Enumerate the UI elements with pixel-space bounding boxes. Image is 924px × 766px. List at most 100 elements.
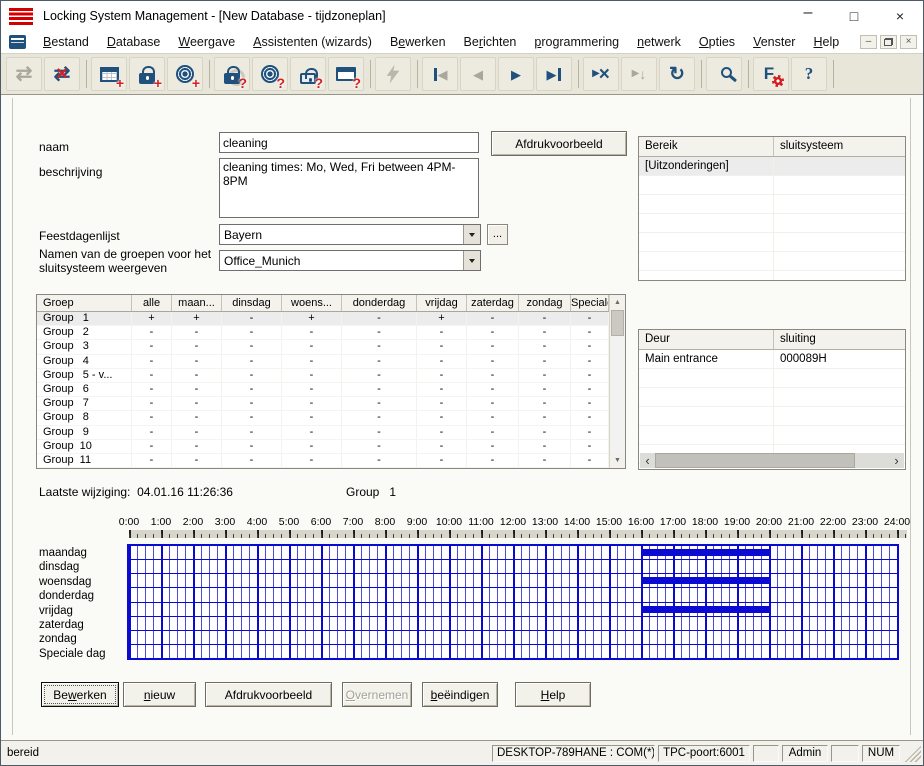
mdi-minimize-button[interactable]: –	[860, 35, 877, 49]
last-record-button[interactable]: ▶	[536, 57, 572, 91]
deur-horizontal-scrollbar[interactable]: ‹ ›	[640, 453, 904, 468]
beschrijving-textarea[interactable]: cleaning times: Mo, Wed, Fri between 4PM…	[219, 158, 479, 218]
filter-button[interactable]: F	[753, 57, 789, 91]
menu-item-berichten[interactable]: Berichten	[455, 33, 526, 51]
scroll-down-button[interactable]: ▼	[610, 453, 625, 468]
time-bar[interactable]	[641, 606, 769, 613]
maximize-button[interactable]: □	[831, 1, 877, 31]
minimize-button[interactable]: –	[785, 1, 831, 31]
read-lock-2-button[interactable]: ?	[290, 57, 326, 91]
group-table-row[interactable]: Group 4---------	[37, 355, 625, 369]
naam-input[interactable]	[219, 132, 479, 153]
column-header[interactable]: donderdag	[342, 295, 417, 311]
title-bar[interactable]: Locking System Management - [New Databas…	[1, 1, 923, 31]
timegrid-row-woensdag[interactable]	[129, 574, 897, 588]
new-transponder-button[interactable]: +	[167, 57, 203, 91]
menu-item-help[interactable]: Help	[804, 33, 848, 51]
overnemen-button[interactable]: Overnemen	[342, 682, 412, 707]
nieuw-button[interactable]: nieuw	[123, 682, 196, 707]
menu-item-opties[interactable]: Opties	[690, 33, 744, 51]
read-transponder-button[interactable]: ?	[252, 57, 288, 91]
menu-item-database[interactable]: Database	[98, 33, 170, 51]
mdi-restore-button[interactable]	[880, 35, 897, 49]
help-bottom-button[interactable]: Help	[515, 682, 591, 707]
groepnamen-dropdown-button[interactable]	[463, 251, 480, 270]
group-table-row[interactable]: Group 6---------	[37, 383, 625, 397]
group-table-row[interactable]: Group 2---------	[37, 326, 625, 340]
menu-item-assistenten[interactable]: Assistenten (wizards)	[244, 33, 381, 51]
groepnamen-combobox[interactable]: Office_Munich	[219, 250, 481, 271]
print-preview-bottom-button[interactable]: Afdrukvoorbeeld	[205, 682, 332, 707]
time-bar[interactable]	[641, 549, 769, 556]
help-button[interactable]: ?	[791, 57, 827, 91]
deur-row-main-entrance[interactable]: Main entrance 000089H	[639, 350, 905, 369]
group-table-row[interactable]: Group 1++-+-+---	[37, 312, 625, 326]
column-header[interactable]: zondag	[519, 295, 571, 311]
mdi-close-button[interactable]: ×	[900, 35, 917, 49]
group-table-row[interactable]: Group 3---------	[37, 340, 625, 354]
column-header[interactable]: dinsdag	[222, 295, 282, 311]
timegrid-row-donderdag[interactable]	[129, 588, 897, 602]
resize-grip[interactable]	[905, 745, 921, 762]
child-window-icon[interactable]	[9, 35, 26, 49]
menu-item-weergave[interactable]: Weergave	[169, 33, 244, 51]
prev-record-button[interactable]: ◀	[460, 57, 496, 91]
timegrid-row-maandag[interactable]	[129, 546, 897, 560]
timegrid-row-vrijdag[interactable]	[129, 603, 897, 617]
column-header[interactable]: vrijdag	[417, 295, 467, 311]
browse-button[interactable]: ...	[487, 224, 508, 245]
close-button[interactable]: ×	[877, 1, 923, 31]
first-record-button[interactable]: ◀	[422, 57, 458, 91]
menu-item-programmering[interactable]: programmering	[525, 33, 628, 51]
program-button[interactable]	[375, 57, 411, 91]
group-table-row[interactable]: Group 9---------	[37, 426, 625, 440]
beeindigen-button[interactable]: beëindigen	[422, 682, 498, 707]
bereik-column-header[interactable]: Bereik	[639, 137, 774, 156]
bereik-table[interactable]: Bereik sluitsysteem [Uitzonderingen]	[638, 136, 906, 281]
timegrid-row-zondag[interactable]	[129, 631, 897, 645]
hscroll-thumb[interactable]	[655, 453, 855, 468]
scroll-right-button[interactable]: ›	[889, 453, 904, 468]
group-table-row[interactable]: Group 5 - v...---------	[37, 369, 625, 383]
read-lock-button[interactable]: ?	[214, 57, 250, 91]
next-record-button[interactable]: ▶	[498, 57, 534, 91]
net-connect-button[interactable]: ⇄	[6, 57, 42, 91]
new-locking-system-button[interactable]: +	[91, 57, 127, 91]
sluitsysteem-column-header[interactable]: sluitsysteem	[774, 137, 905, 156]
refresh-button[interactable]: ↻	[659, 57, 695, 91]
delete-record-button[interactable]: ▶×	[583, 57, 619, 91]
column-header[interactable]: Speciale ...	[571, 295, 609, 311]
deur-column-header[interactable]: Deur	[639, 330, 774, 349]
column-header[interactable]: zaterdag	[467, 295, 519, 311]
group-table-row[interactable]: Group 7---------	[37, 397, 625, 411]
read-network-button[interactable]: ?	[328, 57, 364, 91]
scroll-left-button[interactable]: ‹	[640, 453, 655, 468]
group-table-row[interactable]: Group 8---------	[37, 411, 625, 425]
new-lock-button[interactable]: +	[129, 57, 165, 91]
timegrid-row-Speciale-dag[interactable]	[129, 645, 897, 658]
deur-table[interactable]: Deur sluiting Main entrance 000089H ‹ ›	[638, 329, 906, 470]
column-header[interactable]: alle	[132, 295, 172, 311]
bereik-row-uitzonderingen[interactable]: [Uitzonderingen]	[639, 157, 905, 176]
bewerken-button[interactable]: Bewerken	[41, 682, 119, 707]
group-table-row[interactable]: Group 11---------	[37, 454, 625, 468]
group-table-row[interactable]: Group 12---------	[37, 468, 625, 469]
menu-item-netwerk[interactable]: netwerk	[628, 33, 690, 51]
timegrid[interactable]	[127, 544, 899, 660]
timegrid-row-zaterdag[interactable]	[129, 617, 897, 631]
search-button[interactable]	[706, 57, 742, 91]
time-bar[interactable]	[641, 577, 769, 584]
column-header[interactable]: maan...	[172, 295, 222, 311]
group-table-row[interactable]: Group 10---------	[37, 440, 625, 454]
sluiting-column-header[interactable]: sluiting	[774, 330, 905, 349]
next-marked-button[interactable]: ▶↓	[621, 57, 657, 91]
net-disconnect-button[interactable]: ⇄×	[44, 57, 80, 91]
vscroll-thumb[interactable]	[611, 310, 624, 336]
print-preview-button[interactable]: Afdrukvoorbeeld	[491, 131, 627, 156]
column-header[interactable]: Groep	[37, 295, 132, 311]
scroll-up-button[interactable]: ▲	[610, 295, 625, 310]
column-header[interactable]: woens...	[282, 295, 342, 311]
menu-item-bestand[interactable]: Bestand	[34, 33, 98, 51]
group-vertical-scrollbar[interactable]: ▲ ▼	[609, 295, 625, 468]
menu-item-bewerken[interactable]: Bewerken	[381, 33, 455, 51]
